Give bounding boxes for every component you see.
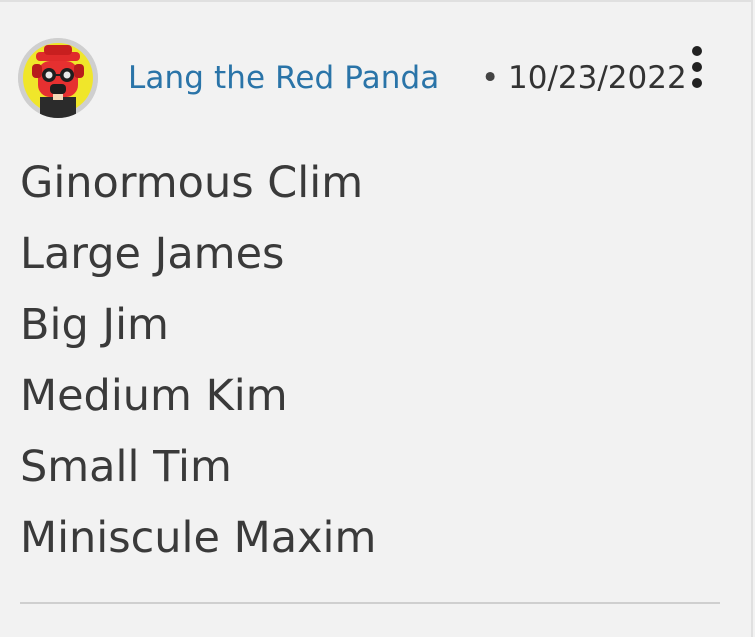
red-panda-avatar-icon xyxy=(18,38,98,118)
comment-line: Miniscule Maxim xyxy=(20,513,377,563)
comment-line: Medium Kim xyxy=(20,371,288,421)
divider xyxy=(20,602,720,604)
comment-line: Ginormous Clim xyxy=(20,158,364,208)
comment-header: Lang the Red Panda • 10/23/2022 xyxy=(18,38,733,118)
comment-line: Large James xyxy=(20,229,285,279)
author-link[interactable]: Lang the Red Panda xyxy=(128,60,439,96)
comment-body: Ginormous Clim Large James Big Jim Mediu… xyxy=(20,154,720,580)
post-date: 10/23/2022 xyxy=(508,60,687,96)
more-options-icon[interactable] xyxy=(686,44,708,90)
separator-dot: • xyxy=(481,60,500,96)
comment-line: Small Tim xyxy=(20,442,232,492)
comment-card: Lang the Red Panda • 10/23/2022 Ginormou… xyxy=(0,0,753,637)
avatar[interactable] xyxy=(18,38,98,118)
comment-line: Big Jim xyxy=(20,300,169,350)
